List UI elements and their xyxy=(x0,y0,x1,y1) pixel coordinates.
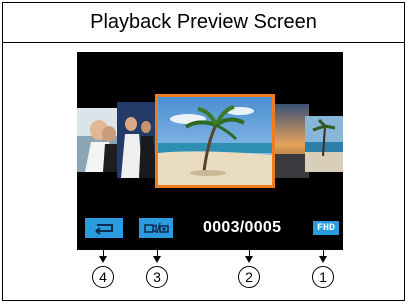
video-photo-mode-icon[interactable] xyxy=(139,218,173,238)
selected-thumbnail-palm-beach[interactable] xyxy=(155,94,275,188)
callout-arrowhead-3 xyxy=(153,256,161,263)
thumbnail-sunset[interactable] xyxy=(273,104,309,178)
thumbnail-group[interactable] xyxy=(117,102,157,178)
callout-arrowhead-2 xyxy=(245,256,253,263)
figure-title: Playback Preview Screen xyxy=(90,10,317,33)
callout-2: 2 xyxy=(238,266,260,288)
playback-screen: 0003/0005 FHD xyxy=(77,52,343,250)
callout-3: 3 xyxy=(146,266,168,288)
callout-arrowhead-4 xyxy=(99,256,107,263)
callout-arrowhead-1 xyxy=(319,256,327,263)
resolution-badge: FHD xyxy=(313,221,339,235)
status-bar: 0003/0005 FHD xyxy=(77,218,343,240)
thumbnail-beach-2[interactable] xyxy=(305,116,343,172)
callout-1: 1 xyxy=(312,266,334,288)
file-counter: 0003/0005 xyxy=(203,219,282,236)
return-arrow-icon[interactable] xyxy=(85,218,123,238)
title-divider xyxy=(2,42,405,43)
callout-4: 4 xyxy=(92,266,114,288)
